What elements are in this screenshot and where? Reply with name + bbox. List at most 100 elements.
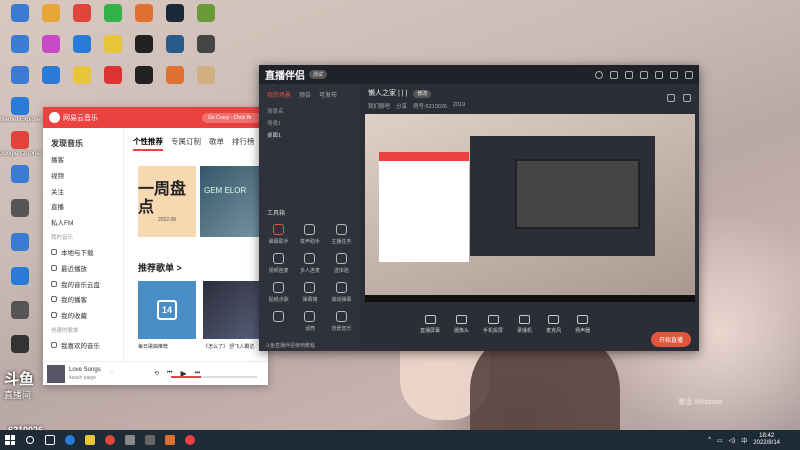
daily-recommend-card[interactable]: 14	[138, 281, 196, 339]
toolbox-item[interactable]: 变声助手	[294, 224, 325, 245]
album-thumb[interactable]	[47, 364, 65, 383]
chrome-icon[interactable]	[100, 430, 120, 450]
clock[interactable]: 18:42 2022/8/14	[753, 433, 780, 447]
song-title: Love Songs	[69, 366, 101, 373]
source-button[interactable]: 手机投屏	[483, 314, 503, 334]
playlist-card[interactable]	[203, 281, 261, 339]
tool-icon	[335, 311, 347, 322]
tab-custom[interactable]: 专属订制	[171, 136, 201, 151]
heart-icon[interactable]: ♡	[109, 370, 114, 377]
tab-preview[interactable]: 预告	[299, 90, 311, 99]
sidebar-item-recent[interactable]: 最近播放	[43, 260, 123, 276]
sidebar-item-live[interactable]: 直播	[43, 198, 123, 214]
sidebar-item-liked[interactable]: 我喜欢的音乐	[43, 338, 123, 354]
tab-publish[interactable]: 可发布	[319, 90, 337, 99]
preview-taskbar	[365, 295, 695, 302]
toolbox-item[interactable]: 弹幕墙	[294, 282, 325, 303]
banner-text: 一周盘点	[138, 180, 187, 216]
stream-preview[interactable]	[365, 114, 695, 302]
toolbox-item[interactable]	[263, 311, 294, 332]
sidebar-item-video[interactable]: 视频	[43, 167, 123, 183]
card1-caption: 每日歌曲推荐	[138, 344, 169, 350]
category-label[interactable]: 我们聊吧	[368, 102, 390, 110]
source-button[interactable]: 扬声器	[575, 314, 590, 334]
scene-item-desktop[interactable]: 桌面1	[259, 129, 359, 141]
avatar-icon[interactable]	[595, 70, 603, 79]
sidebar-item-follow[interactable]: 关注	[43, 183, 123, 199]
source-button[interactable]: 摄像头	[454, 314, 469, 334]
sidebar-item-cloud[interactable]: 我的音乐云盘	[43, 276, 123, 292]
source-icon	[487, 314, 499, 324]
app-sidebar: 我的场景 预告 可发布 场景名 场景1 桌面1 工具箱 弹幕助手 变声助手 主播任务…	[259, 84, 359, 351]
ime-indicator[interactable]: 中	[741, 436, 747, 445]
search-icon[interactable]	[20, 430, 40, 450]
start-live-button[interactable]: 开始直播	[650, 332, 691, 347]
source-icon	[456, 314, 468, 324]
app2-taskbar-icon[interactable]	[140, 430, 160, 450]
edge-icon[interactable]	[60, 430, 80, 450]
explorer-icon[interactable]	[80, 430, 100, 450]
layout-icon[interactable]	[683, 94, 691, 102]
edit-title-button[interactable]: 修改	[413, 90, 432, 98]
loop-icon[interactable]: ⟲	[154, 370, 159, 377]
desktop-icon[interactable]	[188, 62, 224, 108]
progress-bar[interactable]	[171, 376, 257, 378]
volume-icon[interactable]: ◁)	[729, 437, 736, 444]
close-icon[interactable]	[685, 70, 693, 79]
room-label: 直播间	[4, 390, 32, 400]
toolbox-item[interactable]: 话筒	[294, 311, 325, 332]
netease-header: 网易云音乐 Go Crazy - Chris Br	[43, 107, 268, 128]
gift-icon[interactable]	[610, 70, 618, 79]
tab-charts[interactable]: 排行榜	[232, 136, 255, 151]
source-button[interactable]: 录播机	[517, 314, 532, 334]
song-artist: kaash paige	[69, 374, 96, 381]
netease-taskbar-icon[interactable]	[180, 430, 200, 450]
sidebar-item-discover[interactable]: 发现音乐	[43, 136, 123, 152]
sidebar-item-favorites[interactable]: 我的收藏	[43, 307, 123, 323]
room-title: 懒人之家 | | |	[368, 90, 408, 97]
toolbox-item[interactable]: 送体验	[326, 253, 357, 274]
toolbox-item[interactable]: 弹幕助手	[263, 224, 294, 245]
tool-icon	[335, 224, 347, 235]
tutorial-hint[interactable]: 斗鱼直播伴侣使用教程	[265, 342, 315, 349]
network-icon[interactable]: ▭	[717, 437, 723, 444]
preview-nested-window	[515, 159, 640, 229]
source-button[interactable]: 麦克风	[546, 314, 561, 334]
toolbox-item[interactable]: 多人连麦	[294, 253, 325, 274]
gift-box-icon[interactable]	[667, 94, 675, 102]
source-button[interactable]: 直播屏幕	[420, 314, 440, 334]
douyu-watermark: 斗鱼	[4, 371, 35, 388]
start-button[interactable]	[0, 430, 20, 450]
tab-scenes[interactable]: 我的场景	[267, 90, 291, 99]
maximize-icon[interactable]	[670, 70, 678, 79]
toolbox-item[interactable]: 视频连麦	[263, 253, 294, 274]
toolbox-item[interactable]: 主播任务	[326, 224, 357, 245]
settings-icon[interactable]	[640, 70, 648, 79]
sidebar-item-local[interactable]: 本地与下载	[43, 245, 123, 261]
chevron-up-icon[interactable]: ^	[708, 437, 711, 443]
sidebar-item-myradio[interactable]: 我的播客	[43, 291, 123, 307]
toolbox-title: 工具箱	[267, 211, 286, 217]
app-taskbar-icon[interactable]	[120, 430, 140, 450]
card2-caption: 《怎么了》 舒飞人霸达	[203, 344, 255, 350]
toolbox-item[interactable]: 滚动弹幕	[326, 282, 357, 303]
sidebar-item-podcast[interactable]: 播客	[43, 152, 123, 168]
task-view-icon[interactable]	[40, 430, 60, 450]
scene-item[interactable]: 场景1	[259, 117, 359, 129]
banner-album[interactable]: GEM ELOR	[200, 166, 268, 237]
section-title[interactable]: 推荐歌单 >	[138, 261, 182, 274]
douyu-taskbar-icon[interactable]	[160, 430, 180, 450]
version-badge: 测试	[309, 70, 328, 79]
share-label[interactable]: 分享	[396, 102, 407, 110]
banner-weekly[interactable]: 一周盘点 2022.08	[138, 166, 196, 237]
tab-playlists[interactable]: 歌单	[209, 136, 224, 151]
tool-icon	[335, 253, 347, 264]
search-input[interactable]: Go Crazy - Chris Br	[202, 112, 262, 123]
toolbox-item[interactable]: 贴纸点歌	[263, 282, 294, 303]
minimize-icon[interactable]	[655, 70, 663, 79]
toolbox-item[interactable]: 背景音乐	[326, 311, 357, 332]
mail-icon[interactable]	[625, 70, 633, 79]
tab-recommend[interactable]: 个性推荐	[133, 136, 163, 151]
app-main: 懒人之家 | | | 修改 我们聊吧 分享 房号:6210026 2019 直播…	[360, 84, 699, 362]
sidebar-item-fm[interactable]: 私人FM	[43, 214, 123, 230]
